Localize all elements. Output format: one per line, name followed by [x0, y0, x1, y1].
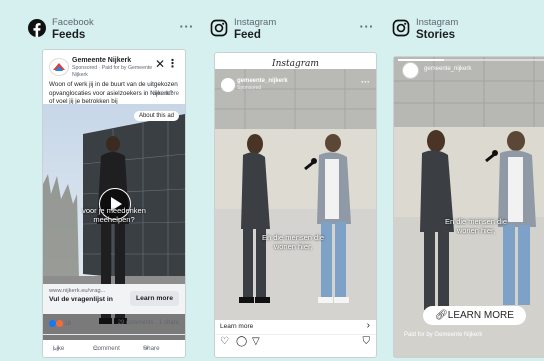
learn-more-bar[interactable]: Learn more ›: [215, 320, 376, 335]
see-more-link[interactable]: · see more: [150, 91, 179, 97]
learn-more-button[interactable]: Learn more: [129, 291, 179, 306]
reactions-summary[interactable]: 18: [49, 320, 71, 327]
bookmark-icon[interactable]: ⛉: [363, 336, 371, 347]
instagram-logo-icon: [210, 19, 228, 37]
learn-more-label: LEARN MORE: [447, 310, 514, 321]
instagram-stories-preview: gemeente_nijkerk En die mensen die wonen…: [393, 56, 544, 358]
story-username[interactable]: gemeente_nijkerk: [424, 66, 471, 72]
comment-icon[interactable]: ◯: [236, 336, 247, 347]
sponsored-line: Sponsored · Paid for by Gemeente Nijkerk: [72, 65, 153, 78]
facebook-feeds-column: Facebook Feeds ··· Gemeente Nijkerk Spon…: [20, 0, 194, 361]
column-header: Facebook Feeds ···: [20, 14, 194, 46]
profile-avatar[interactable]: [220, 77, 236, 93]
placement-label: Stories: [416, 29, 455, 41]
more-options-button[interactable]: ···: [360, 19, 375, 34]
chevron-right-icon: ›: [366, 320, 370, 331]
facebook-logo-icon: [28, 19, 46, 37]
link-url: www.nijkerk.eu/vrag...: [49, 288, 106, 294]
instagram-feed-column: Instagram Feed ··· Instagram gemeente_ni…: [202, 0, 380, 361]
about-this-ad-pill[interactable]: About this ad: [133, 111, 179, 121]
video-subtitle: En die mensen die wonen hier,: [444, 217, 508, 235]
paid-for-label: Paid for by Gemeente Nijkerk: [404, 332, 483, 338]
video-subtitle: voor je meedenken meehelpen?: [82, 206, 146, 224]
facebook-ad-preview: Gemeente Nijkerk Sponsored · Paid for by…: [42, 49, 186, 358]
platform-label: Instagram: [234, 17, 277, 28]
ig-action-bar: ♡ ◯ ▽ ⛉: [215, 336, 376, 350]
love-reaction-icon: [55, 320, 63, 327]
link-icon: 🔗︎: [435, 310, 448, 321]
more-horizontal-icon[interactable]: ···: [361, 77, 370, 87]
story-progress-bar: [398, 59, 544, 61]
learn-more-link[interactable]: Learn more: [220, 323, 253, 330]
send-icon[interactable]: ▽: [252, 336, 260, 347]
action-bar: 👍︎ Like ▭ Comment ↪ Share: [43, 334, 185, 353]
link-headline: Vul de vragenlijst in: [49, 296, 113, 303]
ig-user-bar: gemeente_nijkerk Sponsored ···: [215, 75, 376, 95]
like-label: Like: [53, 345, 65, 352]
page-avatar: [49, 58, 69, 76]
learn-more-button[interactable]: 🔗︎LEARN MORE: [423, 306, 526, 325]
ad-video[interactable]: gemeente_nijkerk Sponsored ··· En die me…: [215, 69, 376, 357]
instagram-wordmark: Instagram: [272, 59, 319, 69]
ig-sponsored: Sponsored: [237, 85, 262, 91]
comment-label: Comment: [93, 345, 120, 352]
placement-label: Feeds: [52, 29, 86, 41]
comments-shares[interactable]: 29 comments · 1 share: [118, 320, 179, 326]
more-options-button[interactable]: ···: [180, 19, 195, 34]
instagram-feed-preview: Instagram gemeente_nijkerk Sponsored ···…: [214, 52, 377, 358]
cta-bar[interactable]: www.nijkerk.eu/vrag... Vul de vragenlijs…: [43, 284, 185, 314]
video-subtitle: En die mensen die wonen hier,: [261, 233, 325, 251]
placement-label: Feed: [234, 29, 261, 41]
more-vertical-icon[interactable]: ⋮: [167, 57, 178, 70]
column-header: Instagram Feed ···: [202, 14, 380, 46]
reaction-count: 18: [64, 321, 72, 328]
page-name[interactable]: Gemeente Nijkerk: [72, 57, 131, 64]
ig-username[interactable]: gemeente_nijkerk: [237, 78, 288, 84]
close-icon[interactable]: ✕: [155, 57, 165, 71]
heart-icon[interactable]: ♡: [220, 336, 229, 347]
share-label: Share: [143, 345, 160, 352]
instagram-logo-icon: [392, 19, 410, 37]
platform-label: Instagram: [416, 17, 459, 28]
instagram-stories-column: Instagram Stories ··· ge: [384, 0, 544, 361]
like-reaction-icon: [49, 320, 56, 327]
platform-label: Facebook: [52, 17, 94, 28]
video-frame-image: [215, 69, 376, 320]
profile-avatar[interactable]: [402, 62, 419, 79]
column-header: Instagram Stories ···: [384, 14, 544, 46]
